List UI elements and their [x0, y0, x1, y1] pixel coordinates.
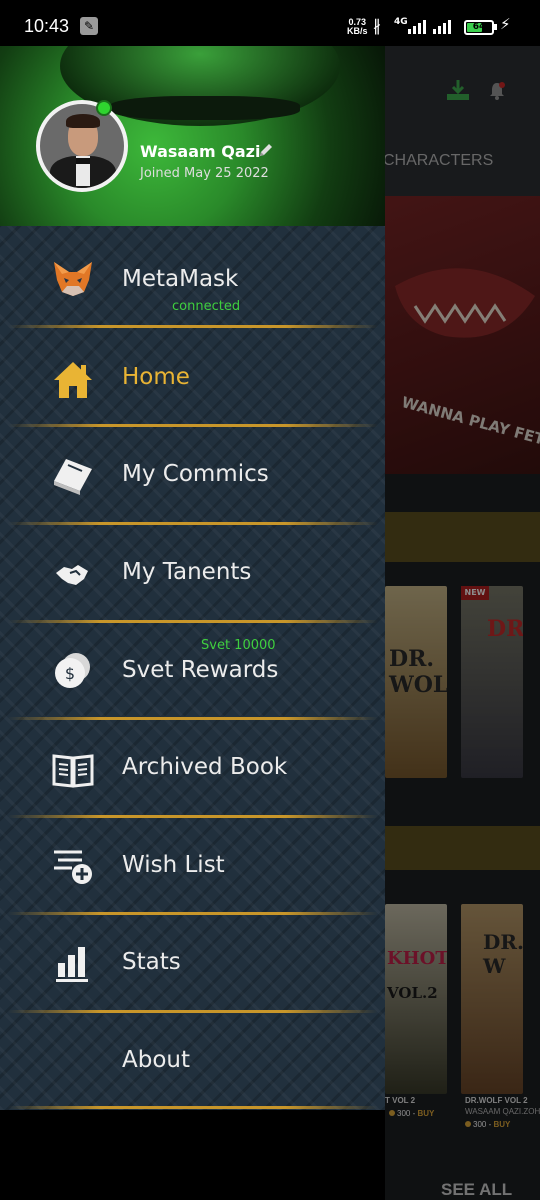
avatar[interactable] — [36, 100, 128, 192]
bar-chart-icon — [56, 947, 88, 982]
drawer-scrim[interactable] — [385, 46, 540, 1200]
menu-item-metamask[interactable]: MetaMask connected — [0, 228, 385, 324]
book-icon — [54, 459, 92, 495]
join-date: Joined May 25 2022 — [140, 166, 269, 181]
header-art-band — [110, 96, 300, 120]
pencil-icon[interactable] — [258, 142, 274, 158]
navigation-drawer: Wasaam Qazi Joined May 25 2022 MetaMask … — [0, 46, 385, 1110]
menu-label: Archived Book — [122, 754, 288, 780]
status-bar: 10:43 ✎ 0.73 KB/s ∦ 4G 64 ⚡ — [0, 0, 540, 46]
menu-item-svet-rewards[interactable]: Svet 10000 $ Svet Rewards — [0, 623, 385, 719]
menu-item-my-tanents[interactable]: My Tanents — [0, 525, 385, 621]
signal-icon — [433, 20, 457, 34]
menu-divider — [8, 1106, 378, 1109]
menu-item-wish-list[interactable]: Wish List — [0, 818, 385, 914]
menu-label: Home — [122, 364, 190, 390]
status-time: 10:43 — [24, 16, 70, 36]
menu-item-my-commics[interactable]: My Commics — [0, 427, 385, 523]
metamask-status: connected — [172, 299, 241, 314]
navigation-bar-area — [0, 1110, 385, 1200]
home-icon — [54, 362, 92, 398]
drawer-header: Wasaam Qazi Joined May 25 2022 — [0, 46, 385, 226]
user-name: Wasaam Qazi — [140, 142, 261, 161]
online-status-dot — [96, 100, 112, 116]
menu-label: MetaMask — [122, 266, 239, 292]
battery-level: 64 — [472, 22, 486, 32]
svet-balance: Svet 10000 — [201, 638, 276, 653]
bluetooth-icon: ∦ — [373, 16, 381, 35]
handshake-icon — [56, 565, 88, 585]
wrench-icon: ✎ — [80, 17, 98, 35]
coins-icon: $ — [55, 653, 90, 688]
charging-icon: ⚡ — [500, 15, 511, 33]
battery-tip — [494, 24, 497, 30]
menu-item-about[interactable]: About — [0, 1013, 385, 1109]
menu-item-archived-book[interactable]: Archived Book — [0, 720, 385, 816]
signal-icon — [408, 20, 432, 34]
menu-label: Stats — [122, 949, 181, 975]
battery-icon: 64 — [464, 20, 494, 35]
fox-icon — [54, 262, 92, 296]
svg-text:$: $ — [65, 664, 75, 683]
menu-label: Svet Rewards — [122, 657, 279, 683]
menu-label: Wish List — [122, 852, 225, 878]
network-type: 4G — [394, 17, 408, 27]
menu-label: My Commics — [122, 461, 269, 487]
menu-label: My Tanents — [122, 559, 252, 585]
menu-label: About — [122, 1047, 191, 1073]
menu-item-stats[interactable]: Stats — [0, 915, 385, 1011]
open-book-icon — [52, 754, 94, 788]
network-speed: 0.73 KB/s — [347, 18, 368, 36]
wishlist-add-icon — [54, 850, 92, 884]
network-speed-unit: KB/s — [347, 26, 368, 36]
menu-item-home[interactable]: Home — [0, 328, 385, 424]
